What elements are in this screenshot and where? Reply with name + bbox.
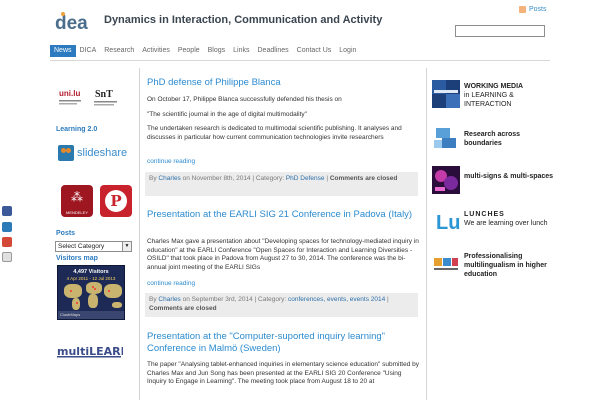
continue-reading-link[interactable]: continue reading (147, 280, 195, 287)
post-paragraph: The paper "Analysing tablet-enhanced inq… (147, 361, 419, 385)
site-logo[interactable]: dea (53, 10, 95, 34)
lunches-title: LUNCHES (464, 211, 505, 218)
multilingualism-link[interactable]: Professionalising multilingualism in hig… (464, 252, 554, 279)
post-paragraph: The undertaken research is dedicated to … (147, 125, 402, 141)
post-paragraph: Charles Max gave a presentation about "D… (147, 238, 419, 271)
logo-text: dea (55, 13, 88, 34)
learning-heading: Learning 2.0 (56, 126, 98, 133)
left-column-divider (139, 68, 140, 400)
nav-research[interactable]: Research (100, 45, 138, 57)
comments-status: Comments are closed (149, 305, 217, 312)
nav-deadlines[interactable]: Deadlines (254, 45, 293, 57)
multilingualism-title: Professionalising multilingualism in hig… (464, 253, 547, 278)
nav-dica[interactable]: DICA (76, 45, 101, 57)
post-meta: By Charles on September 3rd, 2014 | Cate… (145, 293, 418, 317)
author-link[interactable]: Charles (158, 175, 180, 182)
lunches-link[interactable]: LUNCHES We are learning over lunch (464, 210, 554, 228)
map-footer: ClustrMaps (58, 311, 124, 319)
slideshare-link[interactable]: slideshare (58, 145, 127, 161)
nav-news[interactable]: News (50, 45, 76, 57)
visitors-count: 4,497 Visitors (73, 269, 109, 275)
meta-date: on November 8th, 2014 | Category: (180, 175, 286, 182)
meta-by: By (149, 175, 159, 182)
lunches-logo[interactable]: Lu (436, 212, 460, 235)
mendeley-link[interactable]: ⁂ MENDELEY (61, 185, 93, 217)
research-boundaries-title: Research across boundaries (464, 131, 521, 147)
working-media-link[interactable]: WORKING MEDIA in LEARNING & INTERACTION (464, 82, 554, 109)
search-input[interactable] (455, 25, 545, 37)
nav-login[interactable]: Login (335, 45, 360, 57)
post-title[interactable]: PhD defense of Philippe Blanca (147, 77, 417, 89)
research-boundaries-link[interactable]: Research across boundaries (464, 130, 554, 148)
pinterest-link[interactable]: P (100, 185, 132, 217)
mendeley-label: MENDELEY (65, 210, 88, 215)
category-link[interactable]: PhD Defense (286, 175, 325, 182)
twitter-icon[interactable] (2, 222, 12, 232)
google-plus-icon[interactable] (2, 237, 12, 247)
multilearn-logo[interactable]: multiLEARN (57, 342, 130, 358)
continue-reading-link[interactable]: continue reading (147, 158, 195, 165)
nav-divider (50, 60, 550, 61)
snt-logo-text: SnT (95, 89, 113, 100)
rss-label: Posts (529, 6, 547, 13)
university-logo[interactable]: uni.lu (58, 86, 84, 110)
author-link[interactable]: Charles (158, 296, 180, 303)
post-title[interactable]: Presentation at the "Computer-suported i… (147, 331, 417, 355)
lunches-subtitle: We are learning over lunch (464, 220, 548, 227)
working-media-title: WORKING MEDIA (464, 83, 524, 90)
posts-heading: Posts (56, 230, 76, 237)
snt-logo[interactable]: SnT (93, 86, 119, 110)
slideshare-label: slideshare (77, 147, 128, 159)
main-nav: News DICA Research Activities People Blo… (50, 45, 360, 57)
multi-signs-link[interactable]: multi-signs & multi-spaces (464, 172, 554, 181)
nav-people[interactable]: People (174, 45, 204, 57)
slideshare-icon (58, 145, 74, 161)
meta-by: By (149, 296, 159, 303)
nav-links[interactable]: Links (229, 45, 253, 57)
post-meta: By Charles on November 8th, 2014 | Categ… (145, 172, 418, 196)
rss-posts-link[interactable]: Posts (519, 6, 547, 13)
meta-date: on September 3rd, 2014 | Category: (180, 296, 289, 303)
post-paragraph: "The scientific journal in the age of di… (147, 111, 307, 118)
category-link[interactable]: conferences, events, events 2014 (288, 296, 385, 303)
pinterest-icon: P (105, 190, 127, 212)
mendeley-icon: ⁂ (71, 190, 83, 204)
research-boundaries-thumbnail[interactable] (432, 124, 460, 152)
site-title: Dynamics in Interaction, Communication a… (104, 14, 383, 26)
working-media-thumbnail[interactable] (432, 80, 460, 108)
post-paragraph: On October 17, Philippe Blanca successfu… (147, 96, 342, 103)
category-select-value: Select Category (58, 243, 105, 250)
nav-blogs[interactable]: Blogs (204, 45, 230, 57)
right-column-divider (426, 68, 427, 400)
multi-signs-thumbnail[interactable] (432, 166, 460, 194)
visitors-dates: 4 Apr 2011 - 12 Jul 2013 (66, 276, 116, 281)
share-icon[interactable] (2, 252, 12, 262)
uni-logo-text: uni.lu (59, 89, 80, 98)
category-select[interactable]: Select Category ▼ (55, 241, 132, 252)
rss-icon (519, 6, 526, 13)
multi-signs-title: multi-signs & multi-spaces (464, 173, 554, 180)
comments-status: Comments are closed (329, 175, 398, 182)
nav-activities[interactable]: Activities (138, 45, 174, 57)
chevron-down-icon: ▼ (122, 242, 131, 251)
nav-contact[interactable]: Contact Us (293, 45, 336, 57)
visitors-heading: Visitors map (56, 255, 98, 262)
post-title[interactable]: Presentation at the EARLI SIG 21 Confere… (147, 209, 417, 221)
multilingualism-thumbnail[interactable] (432, 250, 460, 278)
facebook-icon[interactable] (2, 206, 12, 216)
visitors-map[interactable]: 4,497 Visitors 4 Apr 2011 - 12 Jul 2013 … (57, 265, 125, 320)
working-media-subtitle: in LEARNING & INTERACTION (464, 92, 514, 108)
